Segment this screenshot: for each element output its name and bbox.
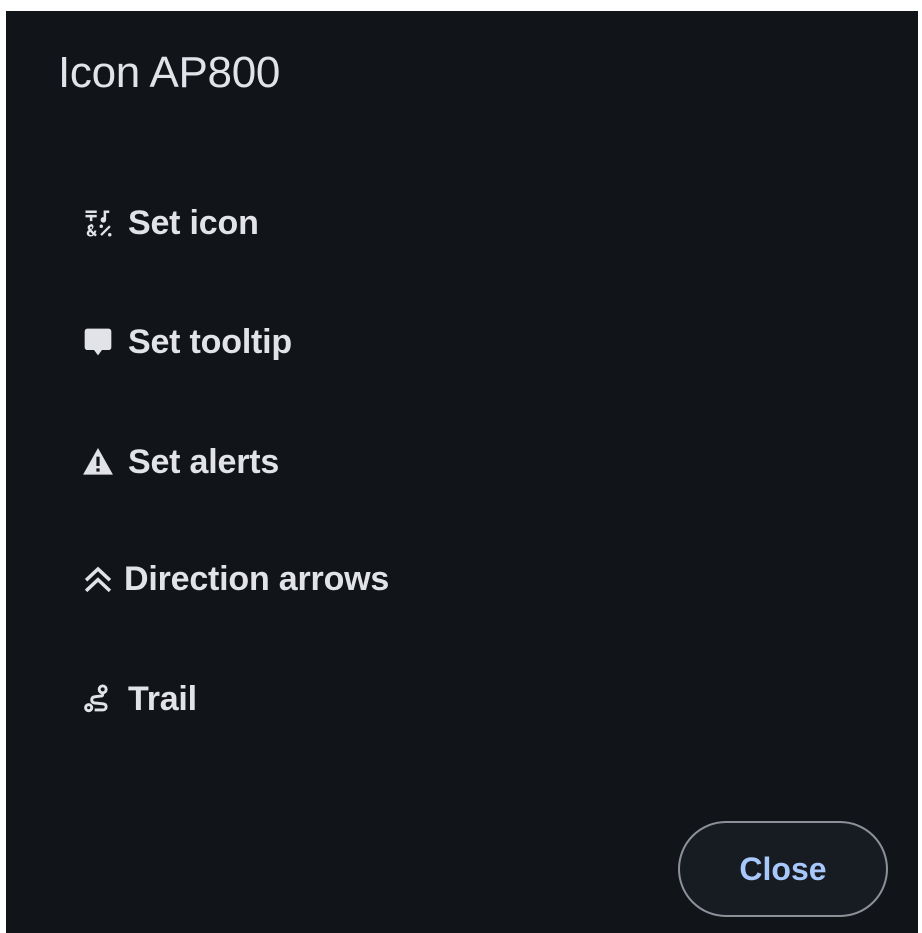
menu-item-set-alerts[interactable]: Set alerts [82, 434, 295, 490]
route-icon [82, 683, 114, 715]
close-button[interactable]: Close [678, 821, 888, 917]
menu-item-label: Trail [128, 679, 197, 718]
menu-item-set-icon[interactable]: Set icon [82, 195, 275, 251]
menu-item-set-tooltip[interactable]: Set tooltip [82, 314, 308, 370]
emoji-symbols-icon [82, 207, 114, 239]
menu-item-direction-arrows[interactable]: Direction arrows [82, 551, 405, 607]
icon-settings-dialog: Icon AP800 Set icon Set tooltip Set aler… [6, 11, 918, 933]
comment-icon [82, 326, 114, 358]
menu-item-label: Set icon [128, 203, 259, 242]
menu-item-label: Direction arrows [124, 559, 390, 598]
warning-icon [82, 446, 114, 478]
dialog-title: Icon AP800 [58, 48, 281, 97]
double-chevron-up-icon [82, 563, 114, 595]
menu-item-trail[interactable]: Trail [82, 671, 213, 727]
menu-item-label: Set tooltip [128, 322, 292, 361]
menu-item-label: Set alerts [128, 442, 280, 481]
